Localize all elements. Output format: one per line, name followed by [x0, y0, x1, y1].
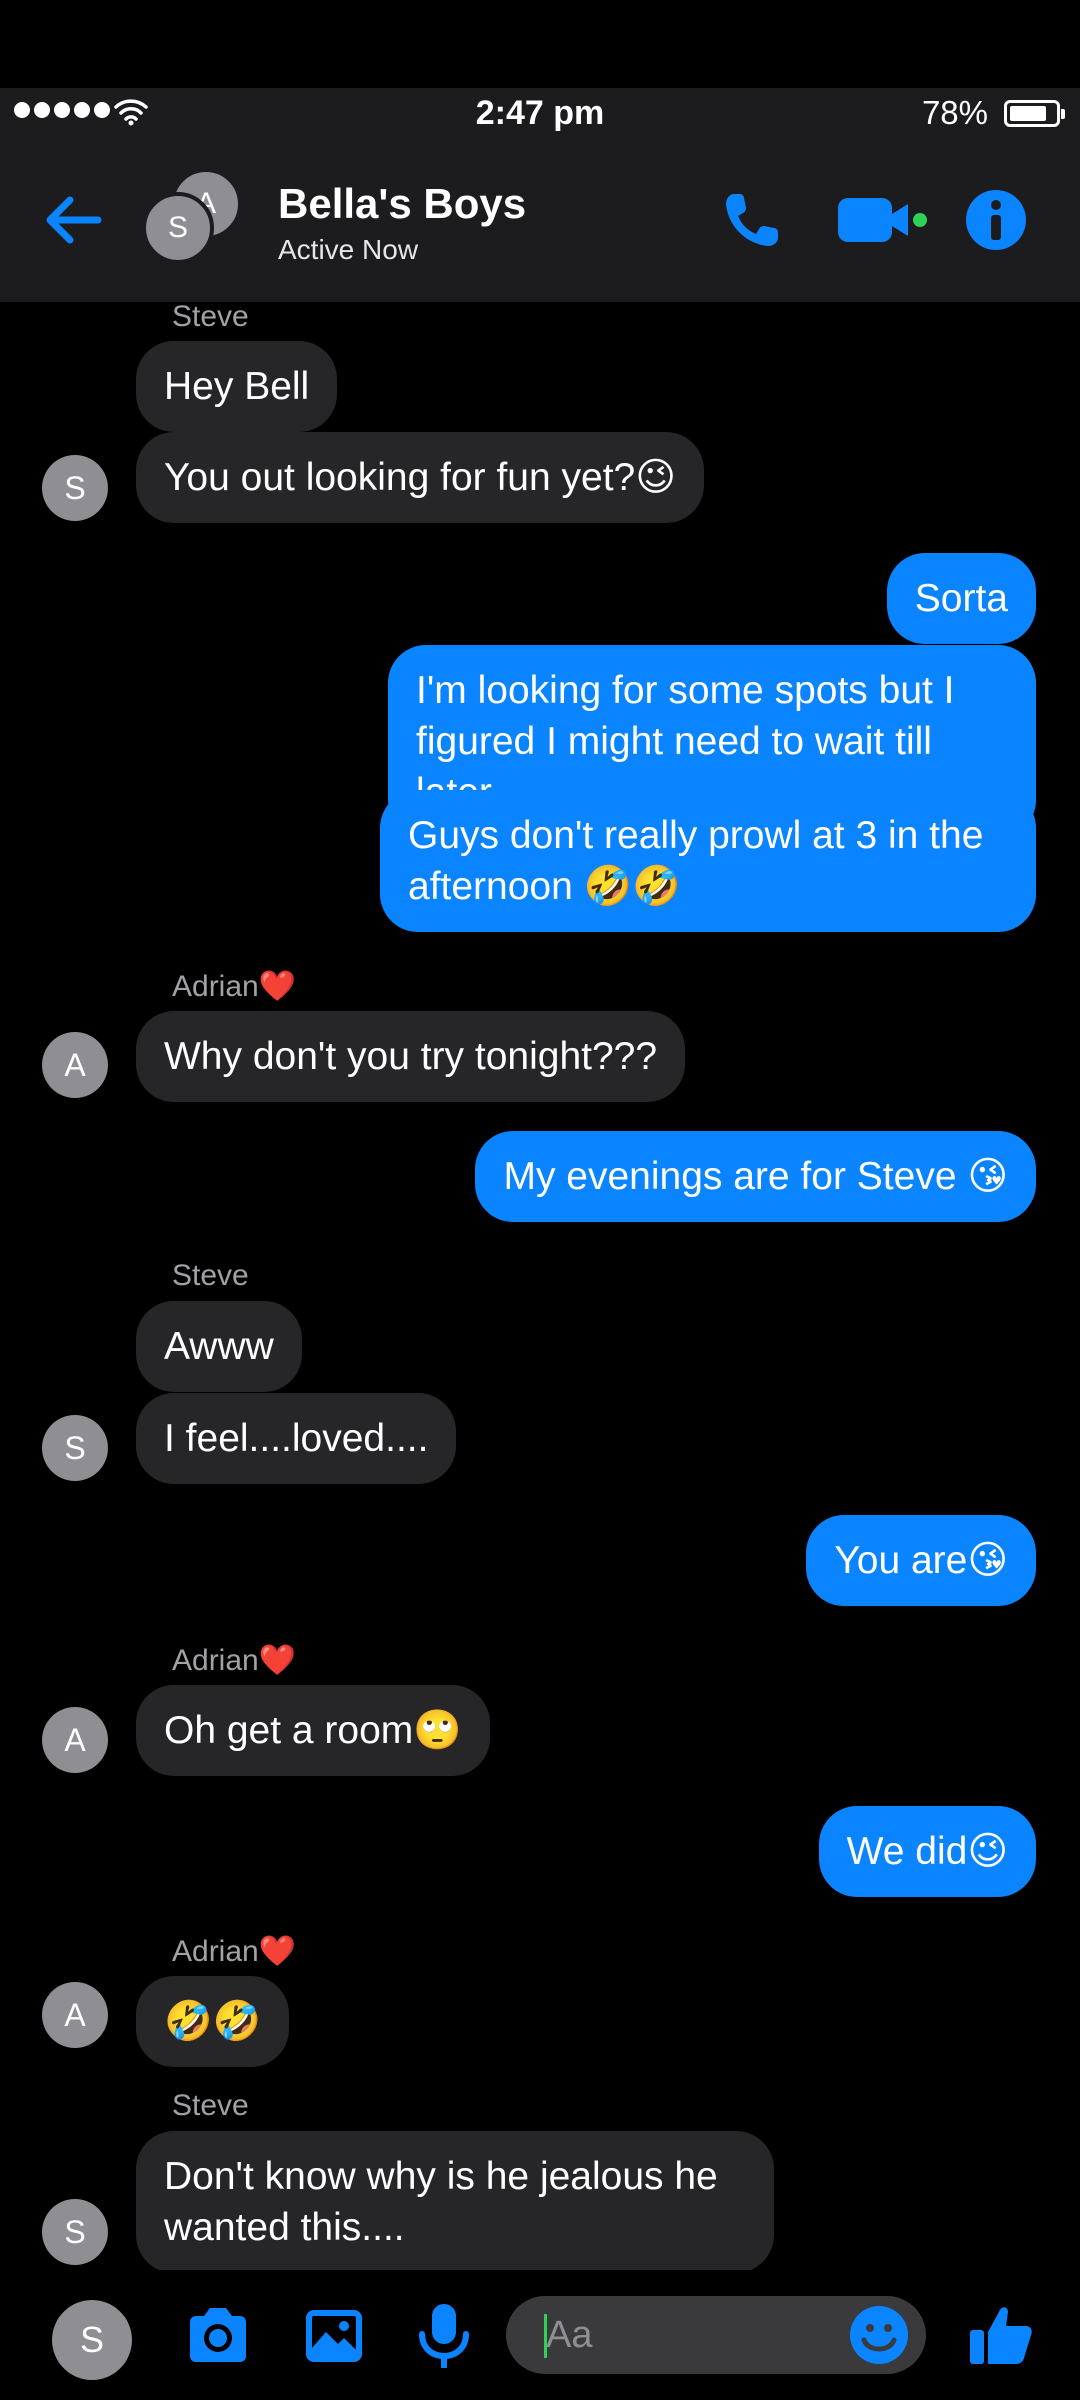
sender-name: Steve	[172, 2089, 249, 2122]
message-composer: S	[0, 2270, 1080, 2400]
top-strip	[0, 0, 1080, 88]
battery-percentage: 78%	[921, 94, 988, 131]
microphone-icon[interactable]	[412, 2300, 476, 2372]
back-arrow-icon[interactable]	[40, 188, 108, 252]
message-bubble-incoming[interactable]: Awww	[136, 1301, 302, 1392]
battery-icon	[1004, 100, 1065, 127]
sender-avatar[interactable]: S	[42, 455, 108, 521]
sender-name: Adrian❤️	[172, 970, 297, 1003]
active-dot	[913, 213, 927, 227]
sender-avatar[interactable]: S	[42, 1415, 108, 1481]
message-bubble-outgoing[interactable]: We did😉	[818, 1806, 1036, 1897]
message-bubble-outgoing[interactable]: Guys don't really prowl at 3 in the afte…	[380, 790, 1036, 932]
message-bubble-incoming[interactable]: Don't know why is he jealous he wanted t…	[136, 2131, 774, 2273]
thumbs-up-icon[interactable]	[966, 2300, 1036, 2370]
group-avatar[interactable]: A S	[142, 168, 250, 268]
avatar-steve: S	[142, 192, 214, 264]
message-bubble-outgoing[interactable]: My evenings are for Steve 😘	[475, 1131, 1036, 1222]
sender-avatar[interactable]: A	[42, 1982, 108, 2048]
message-bubble-incoming[interactable]: You out looking for fun yet?😉	[136, 432, 704, 523]
sender-avatar[interactable]: S	[42, 2199, 108, 2265]
emoji-icon[interactable]	[848, 2304, 910, 2366]
sender-name: Steve	[172, 1259, 249, 1292]
status-time: 2:47 pm	[475, 94, 605, 132]
camera-icon[interactable]	[182, 2300, 254, 2372]
video-camera-icon[interactable]	[836, 188, 928, 252]
chat-title[interactable]: Bella's Boys	[278, 180, 526, 228]
info-icon[interactable]	[964, 188, 1028, 252]
active-status: Active Now	[278, 234, 419, 265]
chat-header: A S Bella's Boys Active Now	[0, 138, 1080, 302]
phone-icon[interactable]	[720, 188, 784, 252]
message-bubble-incoming[interactable]: Oh get a room🙄	[136, 1685, 490, 1776]
message-bubble-outgoing[interactable]: You are😘	[806, 1515, 1036, 1606]
message-bubble-incoming[interactable]: 🤣🤣	[136, 1976, 290, 2067]
sender-name: Steve	[172, 300, 249, 333]
message-bubble-incoming[interactable]: I feel....loved....	[136, 1393, 457, 1484]
sender-avatar[interactable]: A	[42, 1707, 108, 1773]
status-bar: 2:47 pm 78%	[0, 88, 1080, 138]
photo-icon[interactable]	[298, 2300, 370, 2372]
sender-name: Adrian❤️	[172, 1644, 297, 1677]
message-bubble-incoming[interactable]: Why don't you try tonight???	[136, 1011, 686, 1102]
message-bubble-outgoing[interactable]: Sorta	[886, 553, 1036, 644]
message-list[interactable]: Steve Hey Bell You out looking for fun y…	[0, 300, 1080, 2273]
text-caret	[544, 2314, 547, 2358]
message-bubble-incoming[interactable]: Hey Bell	[136, 341, 338, 432]
sender-name: Adrian❤️	[172, 1935, 297, 1968]
my-avatar[interactable]: S	[52, 2300, 132, 2380]
sender-avatar[interactable]: A	[42, 1032, 108, 1098]
